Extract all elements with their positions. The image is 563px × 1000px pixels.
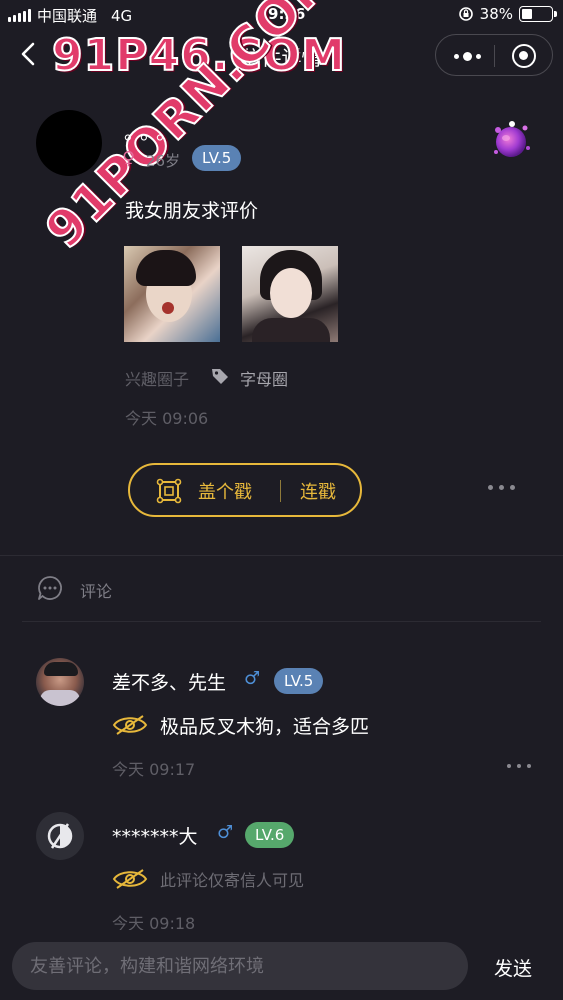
commenter-name[interactable]: 差不多、先生 <box>112 668 226 695</box>
battery-percent: 38% <box>479 5 513 23</box>
capsule-divider <box>494 45 495 67</box>
post-image-2[interactable] <box>242 246 338 342</box>
post-content: 我女朋友求评价 <box>125 200 259 222</box>
comments-title: 评论 <box>80 582 113 601</box>
battery-icon <box>519 6 557 22</box>
author-avatar[interactable] <box>36 110 102 176</box>
level-badge: LV.6 <box>245 822 295 848</box>
status-right: 38% <box>458 5 557 23</box>
author-age: 26岁 <box>146 152 181 170</box>
author-name[interactable]: 。。。 <box>124 116 182 145</box>
planet-icon[interactable] <box>488 118 534 164</box>
female-icon: ♀ <box>122 148 136 169</box>
post-time: 今天 09:06 <box>125 409 209 428</box>
male-icon: ♂ <box>217 822 234 843</box>
post-more-options-icon[interactable] <box>488 485 515 490</box>
stamp-divider <box>280 480 281 502</box>
combo-stamp-button[interactable]: 连戳 <box>300 478 336 504</box>
male-icon: ♂ <box>244 668 261 689</box>
topic-tag[interactable]: 字母圈 <box>240 366 288 390</box>
rotation-lock-icon <box>458 7 473 21</box>
circle-label[interactable]: 兴趣圈子 <box>125 366 189 390</box>
comment-text: 此评论仅寄信人可见 <box>160 871 305 890</box>
hidden-eye-icon <box>112 869 148 889</box>
comment-more-options-icon[interactable] <box>507 764 531 768</box>
post-image-1[interactable] <box>124 246 220 342</box>
tag-icon <box>212 369 228 384</box>
level-badge: LV.5 <box>274 668 324 694</box>
commenter-avatar[interactable] <box>36 658 84 706</box>
hidden-eye-icon <box>112 715 148 735</box>
level-badge: LV.5 <box>192 145 242 171</box>
anonymous-mask-icon <box>47 823 73 849</box>
section-divider <box>0 555 563 556</box>
anonymous-avatar[interactable] <box>36 812 84 860</box>
mini-program-capsule <box>435 34 553 76</box>
commenter-name[interactable]: *******大 <box>112 822 198 849</box>
comment-text: 极品反叉木狗，适合多匹 <box>160 716 370 738</box>
comment-input-bar: 发送 <box>0 930 563 1000</box>
stamp-button[interactable]: 盖个戳 <box>198 478 252 504</box>
comment-input[interactable] <box>12 942 468 990</box>
comments-divider <box>22 621 541 622</box>
stamp-icon <box>156 478 182 504</box>
send-button[interactable]: 发送 <box>494 954 532 981</box>
close-program-icon[interactable] <box>512 44 536 68</box>
comment-time: 今天 09:17 <box>112 760 196 779</box>
comment-bubble-icon <box>38 576 62 600</box>
stamp-button-group: 盖个戳 连戳 <box>128 463 362 517</box>
more-menu-icon[interactable] <box>452 48 482 64</box>
